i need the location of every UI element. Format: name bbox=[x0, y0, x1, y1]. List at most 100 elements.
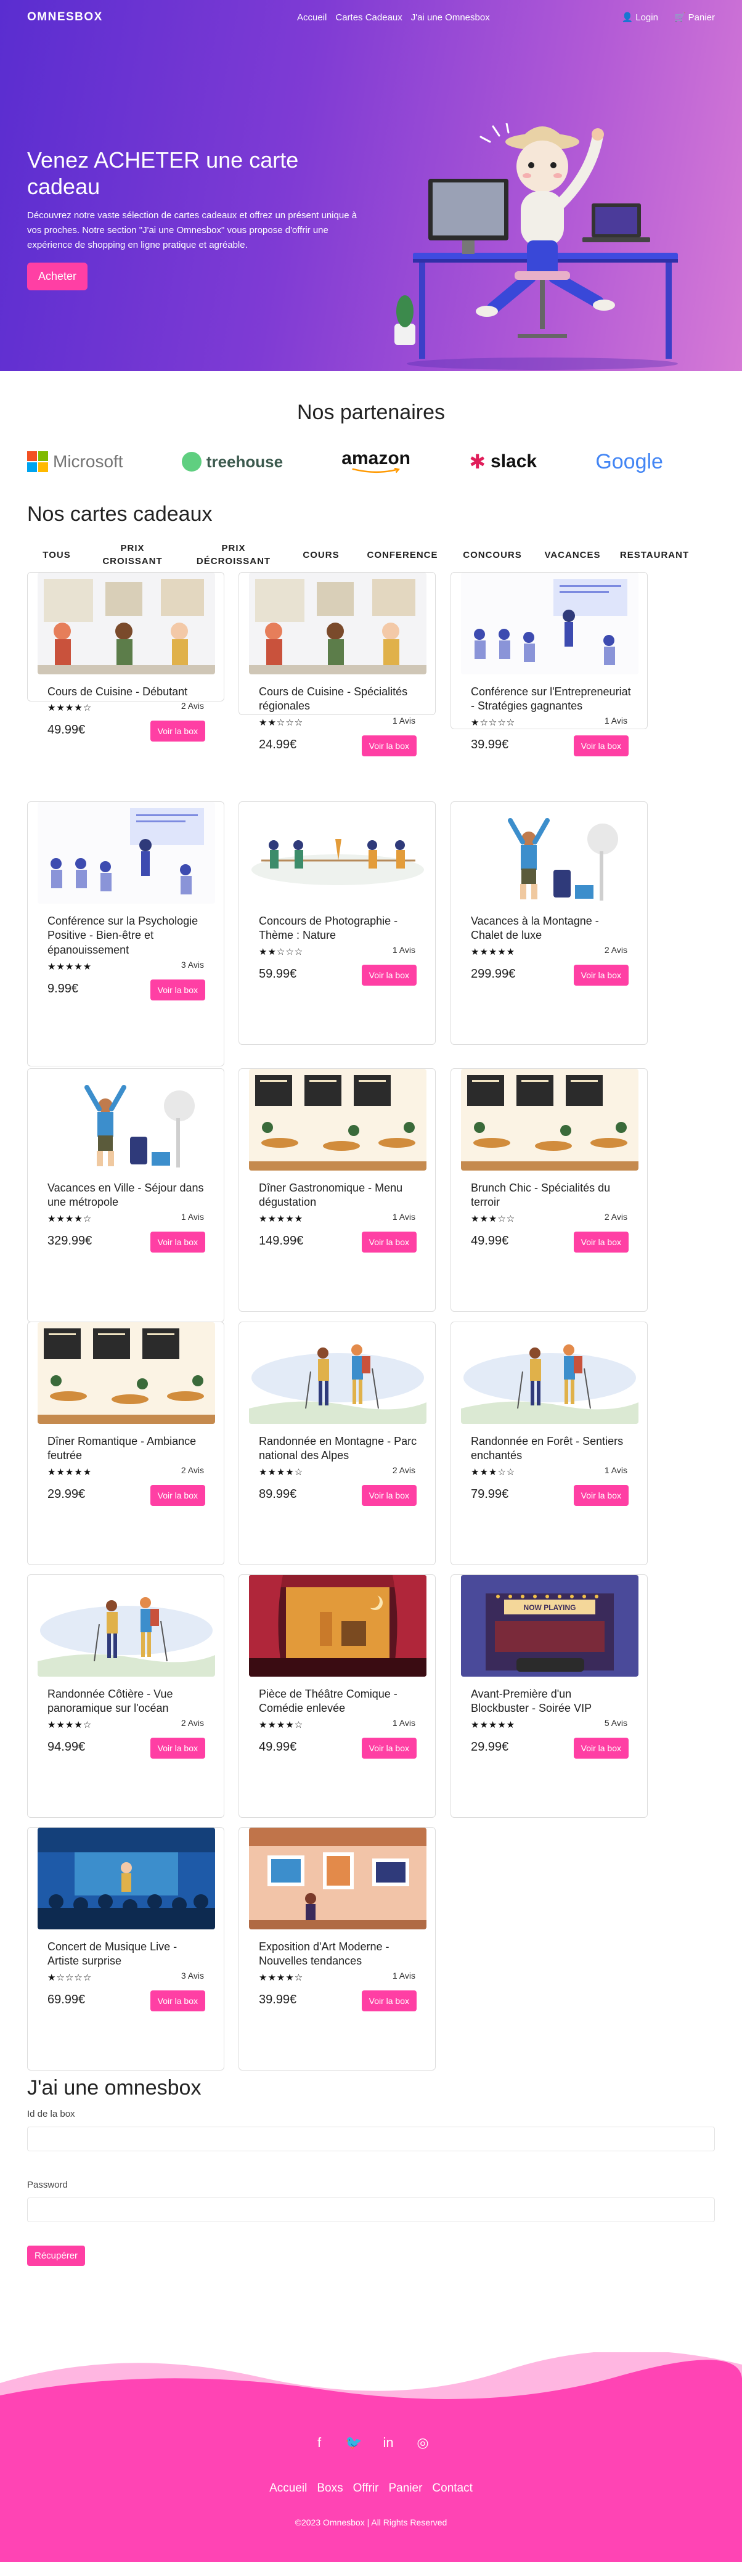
password-input[interactable] bbox=[27, 2198, 715, 2222]
slack-logo-text: slack bbox=[491, 451, 537, 472]
svg-text:NOW PLAYING: NOW PLAYING bbox=[524, 1603, 576, 1612]
nav-link-accueil[interactable]: Accueil bbox=[297, 12, 327, 23]
gift-card: Randonnée en Forêt - Sentiers enchantés ★… bbox=[450, 1322, 648, 1565]
card-title: Pièce de Théâtre Comique - Comédie enlev… bbox=[259, 1688, 398, 1715]
gift-card: Randonnée en Montagne - Parc national de… bbox=[238, 1322, 436, 1565]
voir-la-box-button[interactable]: Voir la box bbox=[361, 965, 417, 986]
voir-la-box-button[interactable]: Voir la box bbox=[150, 979, 205, 1000]
login-link[interactable]: 👤 Login bbox=[622, 12, 658, 23]
footer: f 🐦 in ◎ Accueil Boxs Offrir Panier Cont… bbox=[0, 2352, 742, 2562]
voir-la-box-button[interactable]: Voir la box bbox=[150, 1738, 205, 1759]
voir-la-box-button[interactable]: Voir la box bbox=[573, 965, 629, 986]
tab-tous[interactable]: TOUS bbox=[27, 549, 86, 562]
amazon-smile-icon bbox=[352, 468, 401, 473]
gift-card: NOW PLAYING Avant-Première d'un Blockbust… bbox=[450, 1574, 648, 1818]
card-rating-stars: ★★★★★ bbox=[47, 962, 92, 972]
gift-card: Dîner Gastronomique - Menu dégustation ★★… bbox=[238, 1068, 436, 1312]
footer-link-offrir[interactable]: Offrir bbox=[353, 2482, 379, 2495]
cart-link[interactable]: 🛒 Panier bbox=[674, 12, 715, 23]
card-price: 299.99€ bbox=[471, 967, 516, 981]
footer-link-panier[interactable]: Panier bbox=[388, 2482, 422, 2495]
redeem-form: J'ai une omnesbox Id de la box Password … bbox=[27, 2076, 715, 2266]
card-rating-stars: ★★★★☆ bbox=[47, 703, 92, 713]
card-title: Dîner Romantique - Ambiance feutrée bbox=[47, 1435, 197, 1462]
voir-la-box-button[interactable]: Voir la box bbox=[573, 1232, 629, 1253]
card-title: Randonnée en Forêt - Sentiers enchantés bbox=[471, 1435, 624, 1462]
card-rating-stars: ★☆☆☆☆ bbox=[47, 1973, 92, 1983]
tab-vacances[interactable]: VACANCES bbox=[534, 549, 611, 562]
card-reviews-count: 2 Avis bbox=[181, 1718, 204, 1728]
footer-wave-background bbox=[0, 2352, 742, 2562]
voir-la-box-button[interactable]: Voir la box bbox=[573, 1485, 629, 1506]
slack-hash-icon: ✱ bbox=[469, 451, 486, 473]
card-title: Concert de Musique Live - Artiste surpri… bbox=[47, 1940, 177, 1968]
card-reviews-count: 1 Avis bbox=[604, 716, 627, 726]
cards-grid: Cours de Cuisine - Débutant ★★★★☆ 2 Avis 49… bbox=[0, 572, 742, 2071]
card-reviews-count: 2 Avis bbox=[181, 701, 204, 711]
facebook-icon[interactable]: f bbox=[309, 2432, 330, 2453]
gift-card: Pièce de Théâtre Comique - Comédie enlev… bbox=[238, 1574, 436, 1818]
voir-la-box-button[interactable]: Voir la box bbox=[361, 1232, 417, 1253]
cards-section-title: Nos cartes cadeaux bbox=[27, 502, 213, 526]
microsoft-logo: Microsoft bbox=[27, 449, 123, 474]
twitter-icon[interactable]: 🐦 bbox=[343, 2432, 364, 2453]
hero-illustration bbox=[394, 123, 678, 370]
tab-cours[interactable]: COURS bbox=[288, 549, 354, 562]
card-rating-stars: ★★★★★ bbox=[47, 1467, 92, 1478]
box-id-label: Id de la box bbox=[27, 2109, 75, 2119]
card-rating-stars: ★★☆☆☆ bbox=[259, 718, 304, 728]
slack-logo: ✱ slack bbox=[469, 449, 537, 474]
card-rating-stars: ★★★★★ bbox=[259, 1214, 304, 1224]
tab-prix-decroissant[interactable]: PRIX DÉCROISSANT bbox=[179, 542, 288, 568]
card-price: 89.99€ bbox=[259, 1487, 297, 1501]
card-image bbox=[249, 1828, 426, 1929]
brand-logo[interactable]: OMNESBOX bbox=[27, 10, 255, 24]
footer-links: Accueil Boxs Offrir Panier Contact bbox=[0, 2482, 742, 2495]
voir-la-box-button[interactable]: Voir la box bbox=[361, 1990, 417, 2011]
footer-link-boxs[interactable]: Boxs bbox=[317, 2482, 343, 2495]
card-reviews-count: 2 Avis bbox=[392, 1465, 415, 1475]
tab-prix-croissant[interactable]: PRIX CROISSANT bbox=[86, 542, 179, 568]
hero-title: Venez ACHETER une carte cadeau bbox=[27, 147, 299, 200]
card-rating-stars: ★★★☆☆ bbox=[471, 1214, 516, 1224]
card-image bbox=[249, 1322, 426, 1424]
card-image bbox=[249, 573, 426, 674]
voir-la-box-button[interactable]: Voir la box bbox=[361, 1485, 417, 1506]
tab-conference[interactable]: CONFERENCE bbox=[354, 549, 451, 562]
voir-la-box-button[interactable]: Voir la box bbox=[361, 1738, 417, 1759]
footer-link-accueil[interactable]: Accueil bbox=[269, 2482, 307, 2495]
card-image bbox=[38, 573, 215, 674]
gift-card: Dîner Romantique - Ambiance feutrée ★★★★★… bbox=[27, 1322, 224, 1565]
card-price: 39.99€ bbox=[471, 738, 509, 751]
voir-la-box-button[interactable]: Voir la box bbox=[150, 1990, 205, 2011]
card-image bbox=[38, 1575, 215, 1677]
gift-card: Exposition d'Art Moderne - Nouvelles ten… bbox=[238, 1827, 436, 2071]
card-rating-stars: ★★★★☆ bbox=[47, 1720, 92, 1730]
nav-link-omnesbox[interactable]: J'ai une Omnesbox bbox=[411, 12, 490, 23]
card-price: 24.99€ bbox=[259, 738, 297, 751]
card-rating-stars: ★★★★★ bbox=[471, 1720, 516, 1730]
password-label: Password bbox=[27, 2180, 68, 2190]
card-price: 49.99€ bbox=[259, 1740, 297, 1754]
acheter-button[interactable]: Acheter bbox=[27, 263, 88, 291]
voir-la-box-button[interactable]: Voir la box bbox=[150, 721, 205, 742]
nav-link-cartes-cadeaux[interactable]: Cartes Cadeaux bbox=[335, 12, 402, 23]
instagram-icon[interactable]: ◎ bbox=[412, 2432, 433, 2453]
voir-la-box-button[interactable]: Voir la box bbox=[573, 735, 629, 756]
voir-la-box-button[interactable]: Voir la box bbox=[361, 735, 417, 756]
gift-card: Cours de Cuisine - Débutant ★★★★☆ 2 Avis 49… bbox=[27, 572, 224, 742]
voir-la-box-button[interactable]: Voir la box bbox=[150, 1485, 205, 1506]
box-id-input[interactable] bbox=[27, 2127, 715, 2151]
voir-la-box-button[interactable]: Voir la box bbox=[150, 1232, 205, 1253]
card-title: Exposition d'Art Moderne - Nouvelles ten… bbox=[259, 1940, 389, 1968]
footer-link-contact[interactable]: Contact bbox=[432, 2482, 472, 2495]
linkedin-icon[interactable]: in bbox=[378, 2432, 399, 2453]
card-title: Cours de Cuisine - Spécialités régionale… bbox=[259, 685, 408, 713]
tab-concours[interactable]: CONCOURS bbox=[451, 549, 534, 562]
voir-la-box-button[interactable]: Voir la box bbox=[573, 1738, 629, 1759]
amazon-logo-text: amazon bbox=[341, 448, 410, 468]
hero-section: OMNESBOX Accueil Cartes Cadeaux J'ai une… bbox=[0, 0, 742, 371]
tab-restaurant[interactable]: RESTAURANT bbox=[611, 549, 698, 562]
gift-card: Vacances en Ville - Séjour dans une métr… bbox=[27, 1068, 224, 1322]
recuperer-button[interactable]: Récupérer bbox=[27, 2246, 86, 2266]
